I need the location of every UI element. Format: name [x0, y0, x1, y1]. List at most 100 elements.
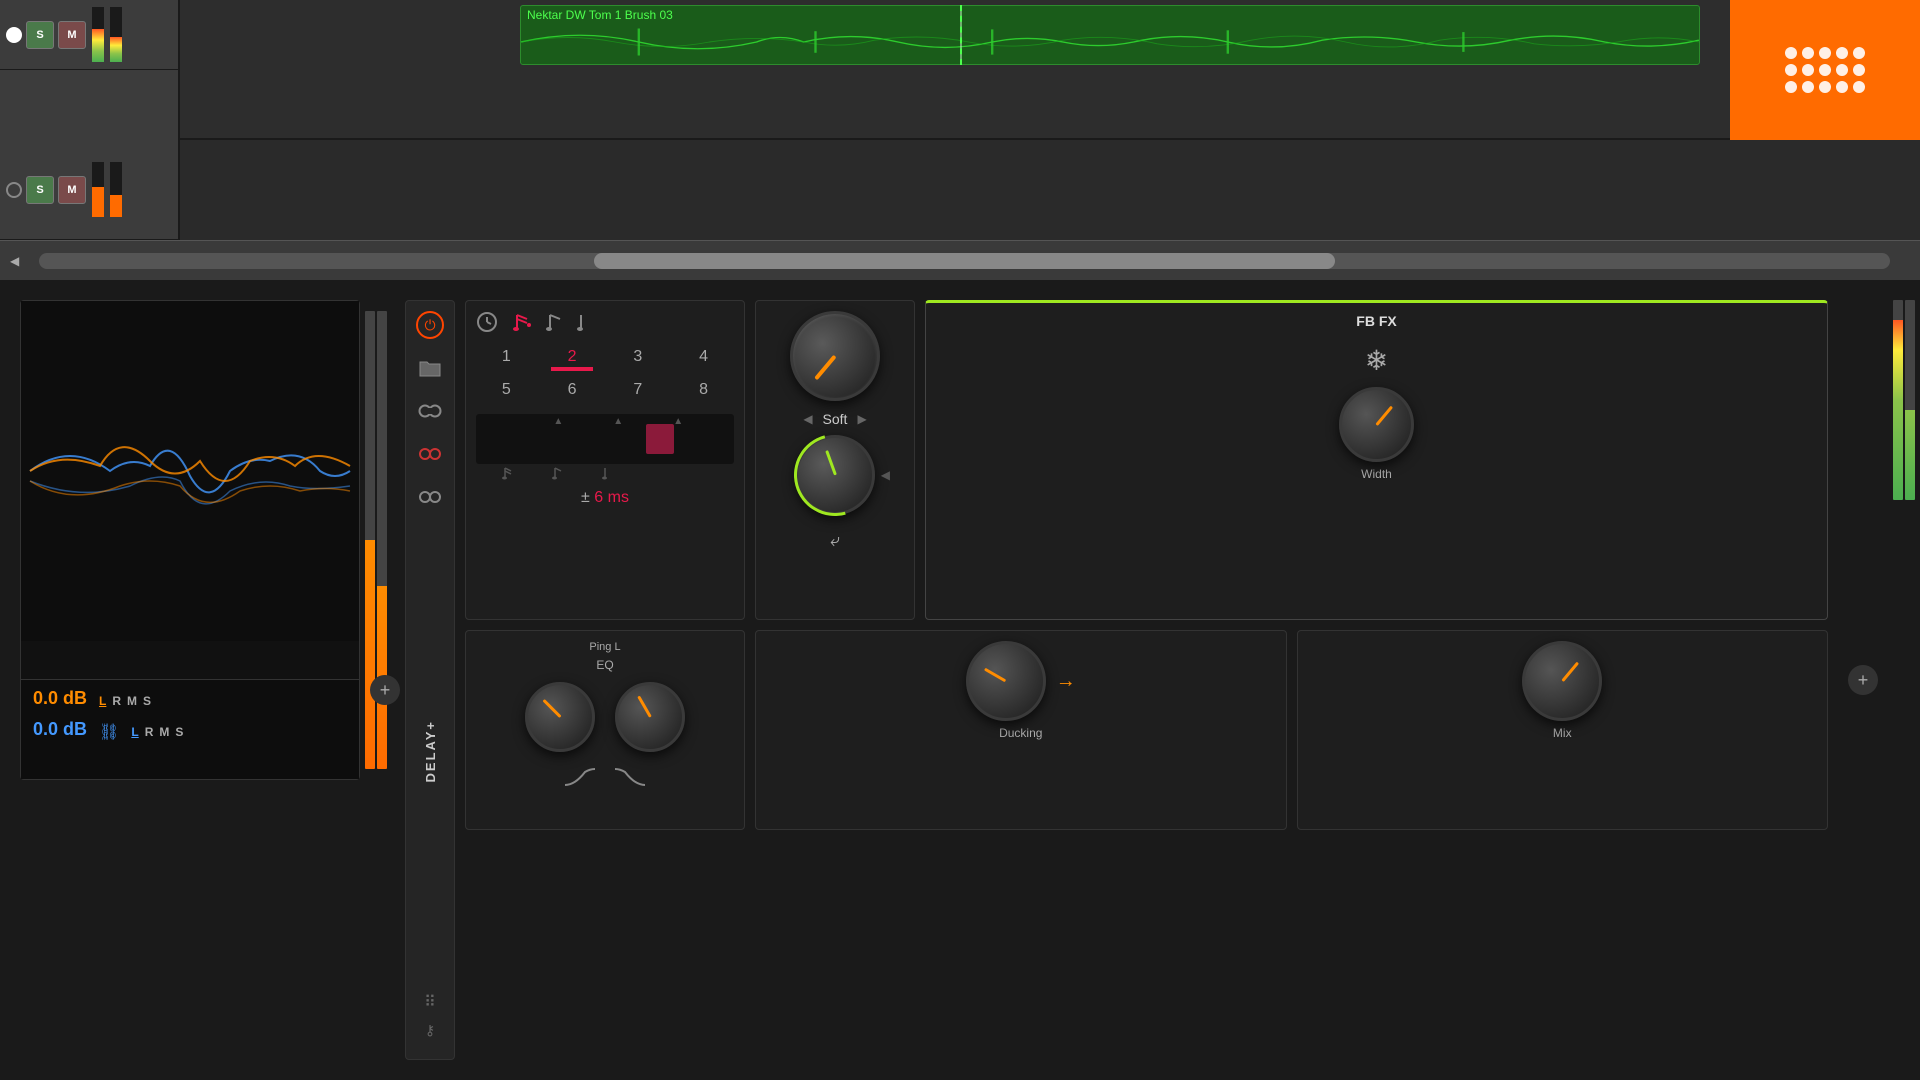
soft-knob[interactable]: [790, 311, 880, 401]
grid-num-2[interactable]: 2: [542, 343, 603, 371]
logo-dot: [1819, 81, 1831, 93]
soft-arrow-left[interactable]: ◀: [803, 412, 812, 426]
mix-knob-container: Mix: [1522, 641, 1602, 740]
delay-grid-section: 1 2 3 4 5 6 7 8 ▲ ▲: [465, 300, 745, 620]
quarter-note-icon[interactable]: [577, 311, 591, 333]
analyzer-canvas: [21, 301, 359, 641]
eighth-note-icon[interactable]: [546, 311, 562, 333]
width-knob[interactable]: [1339, 387, 1414, 462]
soft-label: Soft: [823, 411, 848, 427]
logo-dot: [1802, 81, 1814, 93]
ch-m-blue[interactable]: M: [159, 725, 169, 739]
grid-num-4[interactable]: 4: [673, 343, 734, 371]
logo-box: [1730, 0, 1920, 140]
track-1-meter-right: [110, 7, 122, 62]
db-orange-value: 0.0 dB: [33, 688, 87, 709]
add-button-left[interactable]: +: [370, 675, 400, 705]
eq-knob-1[interactable]: [525, 682, 595, 752]
mix-knob[interactable]: [1522, 641, 1602, 721]
grid-num-5[interactable]: 5: [476, 376, 537, 404]
ch-m-orange[interactable]: M: [127, 694, 137, 708]
track-1-record-btn[interactable]: [6, 27, 22, 43]
freeze-button[interactable]: ❄: [936, 344, 1817, 377]
number-grid: 1 2 3 4 5 6 7 8: [476, 343, 734, 404]
track-controls-2: S M: [0, 140, 180, 240]
scroll-left-arrow[interactable]: ◀: [10, 254, 19, 268]
green-knob-arrow[interactable]: ◀: [881, 468, 890, 482]
link-icon[interactable]: ⛓: [99, 722, 119, 742]
grid-num-6[interactable]: 6: [542, 376, 603, 404]
track-2-solo-btn[interactable]: S: [26, 176, 54, 204]
ping-label: Ping L: [476, 641, 734, 653]
eq-knob-1-container: [525, 682, 595, 752]
power-button[interactable]: ⏻: [416, 311, 444, 339]
eq-curves: [476, 767, 734, 787]
grid-num-8[interactable]: 8: [673, 376, 734, 404]
scrollbar-thumb[interactable]: [594, 253, 1334, 269]
ducking-arrow-icon: →: [1056, 670, 1076, 693]
clock-icon[interactable]: [476, 311, 498, 333]
ch-r-orange[interactable]: R: [112, 694, 121, 708]
ducking-knob[interactable]: [966, 641, 1046, 721]
ch-s-orange[interactable]: S: [143, 694, 151, 708]
track-2-content: [180, 140, 1920, 240]
soft-arrow-right[interactable]: ▶: [857, 412, 866, 426]
audio-clip-1[interactable]: Nektar DW Tom 1 Brush 03: [520, 5, 1700, 65]
bar-note-markers: [502, 466, 612, 480]
grid-num-1[interactable]: 1: [476, 343, 537, 371]
record-mono-button[interactable]: [416, 440, 444, 468]
plugin-top-row: 1 2 3 4 5 6 7 8 ▲ ▲: [465, 300, 1828, 620]
logo-dot: [1785, 81, 1797, 93]
marker-line: [960, 5, 962, 65]
track-2-mute-btn[interactable]: M: [58, 176, 86, 204]
ch-l-blue[interactable]: L: [131, 725, 138, 739]
logo-dot: [1785, 47, 1797, 59]
ms-display: ± 6 ms: [476, 484, 734, 512]
track-2-record-btn[interactable]: [6, 182, 22, 198]
scrollbar-area: ◀: [0, 240, 1920, 280]
record-stereo-button[interactable]: [416, 483, 444, 511]
key-button[interactable]: ⚷: [425, 1022, 435, 1039]
eq-knob-2[interactable]: [615, 682, 685, 752]
link-circles-button[interactable]: [416, 397, 444, 425]
delay-plus-label: DELAY+: [423, 720, 438, 782]
dotted-eighth-note-icon[interactable]: [513, 311, 531, 333]
track-1-mute-btn[interactable]: M: [58, 21, 86, 49]
ducking-knob-container: → Ducking: [966, 641, 1076, 740]
grid-num-7[interactable]: 7: [608, 376, 669, 404]
track-controls-1: S M: [0, 0, 180, 140]
add-button-right[interactable]: +: [1848, 665, 1878, 695]
plugin-bottom-row: Ping L EQ: [465, 630, 1828, 830]
ducking-row: →: [966, 641, 1076, 721]
green-knob-container: ◀: [795, 435, 875, 515]
ch-r-blue[interactable]: R: [145, 725, 154, 739]
track-1-solo-btn[interactable]: S: [26, 21, 54, 49]
top-knob-container: [790, 311, 880, 401]
right-meter-1: [1893, 300, 1903, 500]
scrollbar-track[interactable]: [39, 253, 1890, 269]
track-area-2: S M: [0, 140, 1920, 240]
right-meter-2: [1905, 300, 1915, 500]
ms-value: 6 ms: [594, 489, 629, 506]
dots-button[interactable]: ⠿: [424, 992, 436, 1012]
eq-section: Ping L EQ: [465, 630, 745, 830]
right-meters: [1893, 300, 1915, 1060]
logo-dots: [1785, 47, 1865, 93]
ch-l-orange[interactable]: L: [99, 694, 106, 708]
track-2-meter-right: [110, 162, 122, 217]
clip-label: Nektar DW Tom 1 Brush 03: [521, 6, 1699, 24]
ch-s-blue[interactable]: S: [175, 725, 183, 739]
grid-num-3[interactable]: 3: [608, 343, 669, 371]
delay-bar-area[interactable]: ▲ ▲ ▲: [476, 414, 734, 464]
logo-dot: [1836, 81, 1848, 93]
ducking-section: → Ducking: [755, 630, 1287, 830]
folder-button[interactable]: [416, 354, 444, 382]
green-knob[interactable]: [795, 435, 875, 515]
add-button-right-container: +: [1848, 300, 1878, 1060]
plugin-section: 0.0 dB L R M S 0.0 dB ⛓ L R M S: [0, 280, 1920, 1080]
daw-top: S M Nektar DW Tom 1 Brush 03: [0, 0, 1920, 280]
return-button[interactable]: ⤶: [830, 530, 840, 551]
delay-block[interactable]: [646, 424, 674, 454]
track-1-meter-left: [92, 7, 104, 62]
delay-panel-bottom: ⠿ ⚷: [424, 992, 436, 1049]
